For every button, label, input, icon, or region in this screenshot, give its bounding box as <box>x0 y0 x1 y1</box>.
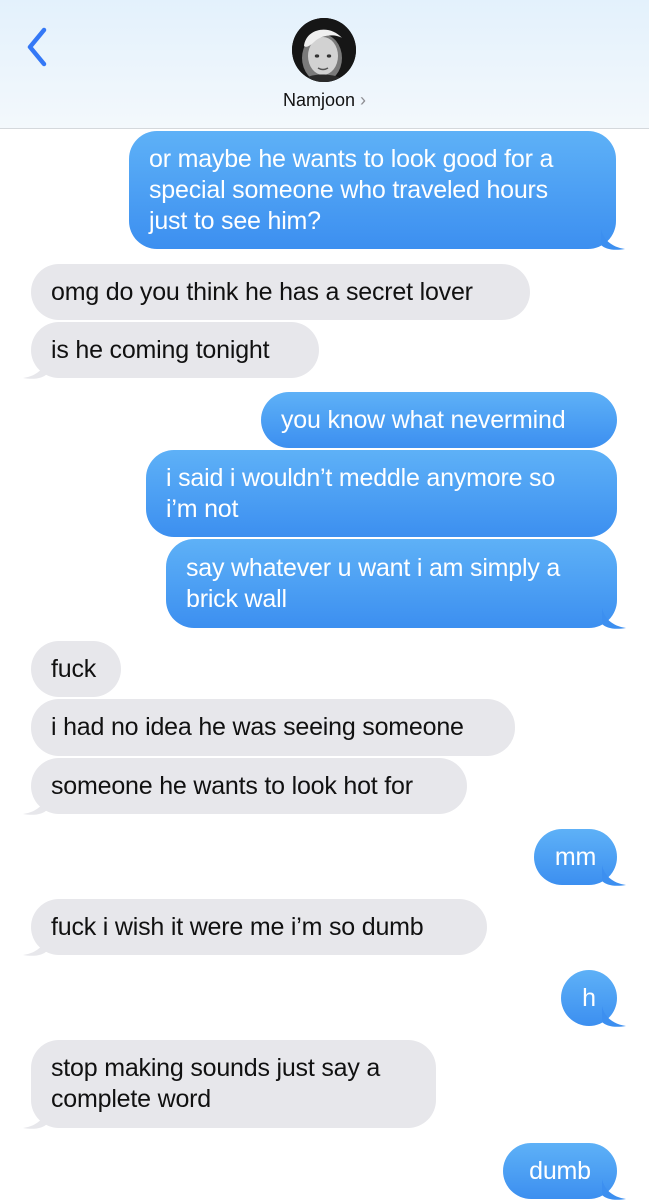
message-bubble[interactable]: i said i wouldn’t meddle anymore so i’m … <box>146 450 617 537</box>
contact-avatar[interactable] <box>292 18 356 82</box>
message-text: h <box>582 983 596 1012</box>
bubble-tail-icon <box>23 1108 47 1129</box>
message-bubble[interactable]: say whatever u want i am simply a brick … <box>166 539 617 628</box>
message-bubble[interactable]: fuck i wish it were me i’m so dumb <box>31 899 487 955</box>
message-text: or maybe he wants to look good for a spe… <box>149 144 554 235</box>
message-text: you know what nevermind <box>281 405 566 434</box>
bubble-tail-icon <box>601 229 625 250</box>
bubble-tail-icon <box>602 865 626 886</box>
message-text: is he coming tonight <box>51 335 270 364</box>
bubble-tail-icon <box>23 794 47 815</box>
chevron-left-icon <box>27 27 47 67</box>
message-bubble[interactable]: stop making sounds just say a complete w… <box>31 1040 436 1128</box>
message-text: dumb <box>529 1156 591 1185</box>
bubble-tail-icon <box>602 1006 626 1027</box>
message-bubble[interactable]: omg do you think he has a secret lover <box>31 264 530 320</box>
message-bubble[interactable]: or maybe he wants to look good for a spe… <box>129 131 616 249</box>
message-bubble[interactable]: i had no idea he was seeing someone <box>31 699 515 756</box>
message-text: stop making sounds just say a complete w… <box>51 1054 381 1113</box>
message-bubble[interactable]: you know what nevermind <box>261 392 617 448</box>
contact-name-button[interactable]: Namjoon › <box>0 90 649 111</box>
message-text: i said i wouldn’t meddle anymore so i’m … <box>166 463 556 523</box>
message-text: fuck <box>51 654 97 683</box>
message-text: someone he wants to look hot for <box>51 771 413 800</box>
message-thread[interactable]: or maybe he wants to look good for a spe… <box>0 129 649 1200</box>
contact-avatar-photo <box>292 18 356 82</box>
bubble-tail-icon <box>602 608 626 629</box>
chevron-right-icon: › <box>360 90 367 110</box>
contact-name: Namjoon <box>282 90 356 110</box>
message-text: i had no idea he was seeing someone <box>51 713 464 741</box>
back-button[interactable] <box>20 24 56 70</box>
bubble-tail-icon <box>23 358 47 379</box>
message-text: fuck i wish it were me i’m so dumb <box>51 912 424 941</box>
conversation-header: Namjoon › <box>0 0 649 129</box>
message-bubble[interactable]: fuck <box>31 641 121 697</box>
message-text: mm <box>554 842 597 871</box>
bubble-tail-icon <box>23 935 47 956</box>
message-bubble[interactable]: dumb <box>503 1143 617 1199</box>
message-bubble[interactable]: is he coming tonight <box>31 322 319 378</box>
message-bubble[interactable]: someone he wants to look hot for <box>31 758 467 814</box>
message-text: say whatever u want i am simply a brick … <box>186 553 561 613</box>
bubble-tail-icon <box>602 1179 626 1200</box>
message-text: omg do you think he has a secret lover <box>51 277 473 306</box>
